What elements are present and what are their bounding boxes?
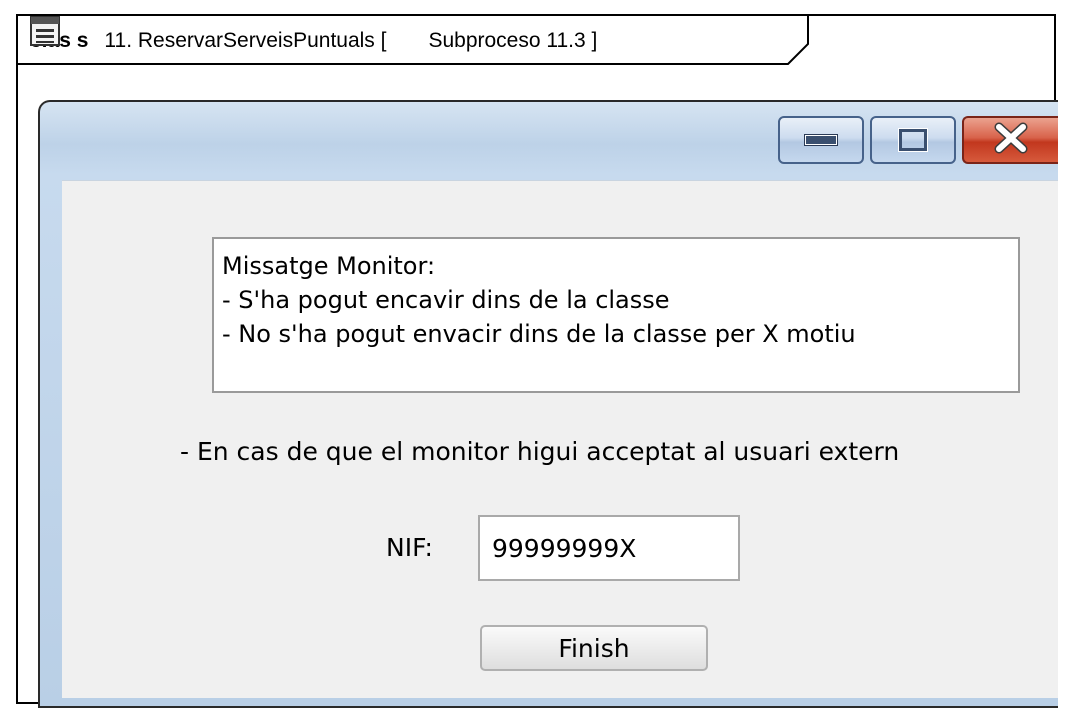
minimize-button[interactable] — [778, 116, 864, 164]
minimize-icon — [805, 135, 837, 145]
dialog-window: Missatge Monitor: - S'ha pogut encavir d… — [38, 100, 1058, 708]
caption-buttons — [778, 116, 1058, 166]
message-line: Missatge Monitor: — [222, 252, 436, 280]
external-user-info-text: - En cas de que el monitor higui accepta… — [180, 437, 900, 466]
finish-button[interactable]: Finish — [480, 625, 708, 671]
nif-input[interactable] — [478, 515, 740, 581]
subprocess-label: Subproceso 11.3 ] — [428, 29, 598, 52]
message-line: - S'ha pogut encavir dins de la classe — [222, 286, 670, 314]
monitor-message-box: Missatge Monitor: - S'ha pogut encavir d… — [212, 237, 1020, 393]
message-line: - No s'ha pogut envacir dins de la class… — [222, 320, 856, 348]
close-button[interactable] — [962, 116, 1058, 164]
maximize-button[interactable] — [870, 116, 956, 164]
nif-label: NIF: — [386, 533, 433, 562]
document-icon — [30, 16, 422, 56]
frame-name: 11. ReservarServeisPuntuals [ — [104, 29, 387, 52]
diagram-frame: clas s 11. ReservarServeisPuntuals [ Sub… — [16, 14, 1058, 708]
maximize-icon — [898, 128, 928, 152]
window-client-area: Missatge Monitor: - S'ha pogut encavir d… — [62, 180, 1058, 698]
close-icon — [991, 122, 1031, 158]
